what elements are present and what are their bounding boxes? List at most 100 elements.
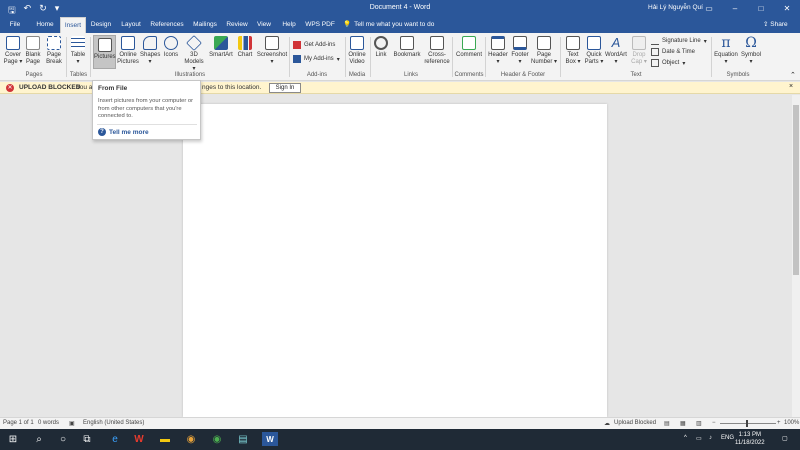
wps-icon[interactable]: W <box>132 432 146 446</box>
tab-review[interactable]: Review <box>224 17 250 33</box>
comment-button[interactable]: Comment <box>455 36 483 59</box>
status-bar: Page 1 of 1 0 words ▣ English (United St… <box>0 417 800 429</box>
quick-parts-button[interactable]: Quick Parts ▾ <box>584 36 604 66</box>
tab-home[interactable]: Home <box>32 17 58 33</box>
sign-in-button[interactable]: Sign In <box>269 83 301 93</box>
smartart-button[interactable]: SmartArt <box>208 36 234 59</box>
zoom-level[interactable]: 100% <box>784 420 799 426</box>
drop-cap-button[interactable]: Drop Cap ▾ <box>629 36 649 66</box>
pictures-button[interactable]: Pictures <box>93 35 116 69</box>
group-illustrations: Illustrations <box>174 72 206 78</box>
web-layout-icon[interactable]: ▥ <box>696 420 702 427</box>
footer-icon <box>513 36 527 50</box>
tab-design[interactable]: Design <box>88 17 114 33</box>
bookmark-button[interactable]: Bookmark <box>391 36 423 59</box>
calendar-icon <box>651 48 659 56</box>
tray-chevron-icon[interactable]: ^ <box>684 435 687 441</box>
page-count[interactable]: Page 1 of 1 <box>3 420 34 426</box>
word-taskbar-icon[interactable]: W <box>262 432 278 446</box>
word-count[interactable]: 0 words <box>38 420 59 426</box>
system-clock[interactable]: 1:13 PM 11/18/2022 <box>735 431 765 447</box>
tab-view[interactable]: View <box>253 17 275 33</box>
screenshot-button[interactable]: Screenshot ▾ <box>256 36 288 66</box>
footer-button[interactable]: Footer ▾ <box>510 36 530 66</box>
upload-status[interactable]: Upload Blocked <box>614 420 656 426</box>
comment-label: Comment <box>455 52 482 58</box>
tab-references[interactable]: References <box>148 17 186 33</box>
tab-wps-pdf[interactable]: WPS PDF <box>304 17 336 33</box>
tab-layout[interactable]: Layout <box>117 17 145 33</box>
cover-page-button[interactable]: Cover Page ▾ <box>3 36 23 66</box>
notepad-icon[interactable]: ▤ <box>236 432 250 446</box>
language-status[interactable]: English (United States) <box>83 420 144 426</box>
vertical-scrollbar[interactable] <box>792 95 800 417</box>
wordart-button[interactable]: A WordArt ▾ <box>604 36 628 66</box>
close-button[interactable]: ✕ <box>774 0 800 17</box>
tab-file[interactable]: File <box>4 17 26 33</box>
header-button[interactable]: Header ▾ <box>487 36 509 66</box>
language-indicator[interactable]: ENG <box>721 435 734 441</box>
zoom-in-button[interactable]: + <box>777 420 781 426</box>
object-button[interactable]: Object ▾ <box>651 59 685 67</box>
ribbon-display-options-button[interactable]: ▭ <box>696 0 722 17</box>
maximize-button[interactable]: □ <box>748 0 774 17</box>
shapes-button[interactable]: Shapes ▾ <box>140 36 160 66</box>
file-explorer-icon[interactable]: ▬ <box>158 432 172 446</box>
online-video-button[interactable]: Online Video <box>347 36 367 66</box>
icons-button[interactable]: Icons <box>162 36 180 59</box>
date-time-button[interactable]: Date & Time <box>651 48 695 56</box>
focus-icon[interactable]: ▤ <box>664 420 670 427</box>
tab-insert[interactable]: Insert <box>60 17 86 33</box>
share-button[interactable]: ⇪ Share <box>763 17 788 33</box>
scroll-thumb[interactable] <box>793 105 799 275</box>
zoom-slider[interactable] <box>720 423 776 424</box>
clock-time: 1:13 PM <box>738 432 761 438</box>
equation-button[interactable]: π Equation ▾ <box>713 36 739 66</box>
page-number-icon <box>537 36 551 50</box>
chrome-profile-icon[interactable]: ◉ <box>210 432 224 446</box>
tab-mailings[interactable]: Mailings <box>190 17 220 33</box>
minimize-button[interactable]: – <box>722 0 748 17</box>
tooltip-body: Insert pictures from your computer or fr… <box>98 98 194 119</box>
user-name[interactable]: Hải Lý Nguyễn Quí <box>648 4 703 11</box>
tell-me-more-link[interactable]: ? Tell me more <box>98 128 149 136</box>
online-pictures-label: Online <box>119 52 137 58</box>
collapse-ribbon-icon[interactable]: ⌃ <box>790 71 796 79</box>
wordart-label-2: ▾ <box>614 59 618 65</box>
cross-reference-button[interactable]: Cross- reference <box>423 36 451 66</box>
link-button[interactable]: Link <box>373 36 389 59</box>
volume-icon[interactable]: ♪ <box>709 435 712 441</box>
search-icon[interactable]: ⌕ <box>32 432 46 446</box>
icons-icon <box>164 36 178 50</box>
proofing-icon[interactable]: ▣ <box>69 420 75 427</box>
symbol-button[interactable]: Ω Symbol ▾ <box>740 36 762 66</box>
edge-icon[interactable]: e <box>108 432 122 446</box>
windows-start-icon[interactable]: ⊞ <box>6 432 20 446</box>
task-view-icon[interactable]: ⧉ <box>80 432 94 446</box>
get-addins-button[interactable]: Get Add-ins <box>293 41 335 49</box>
notifications-icon[interactable]: ▢ <box>782 435 788 442</box>
text-box-button[interactable]: Text Box ▾ <box>563 36 583 66</box>
tab-help[interactable]: Help <box>278 17 300 33</box>
table-button[interactable]: Table ▾ <box>68 36 88 66</box>
print-layout-icon[interactable]: ▦ <box>680 420 686 427</box>
chrome-icon[interactable]: ◉ <box>184 432 198 446</box>
document-page[interactable] <box>183 104 607 417</box>
3d-models-button[interactable]: 3D Models ▾ <box>182 35 206 73</box>
signature-line-button[interactable]: Signature Line ▾ <box>651 37 707 45</box>
close-message-icon[interactable]: × <box>789 83 793 90</box>
zoom-slider-thumb[interactable] <box>746 420 748 427</box>
wordart-label: WordArt <box>605 52 627 58</box>
group-text: Text <box>630 72 642 78</box>
zoom-out-button[interactable]: − <box>712 420 716 426</box>
cortana-icon[interactable]: ○ <box>56 432 70 446</box>
my-addins-button[interactable]: My Add-ins ▾ <box>293 55 340 63</box>
page-break-button[interactable]: Page Break <box>44 36 64 66</box>
chart-button[interactable]: Chart <box>236 36 254 59</box>
network-icon[interactable]: ▭ <box>696 435 702 442</box>
page-number-button[interactable]: Page Number ▾ <box>530 36 558 66</box>
blank-page-button[interactable]: Blank Page <box>24 36 42 66</box>
online-pictures-button[interactable]: Online Pictures <box>117 36 139 66</box>
tell-me-search[interactable]: 💡 Tell me what you want to do <box>343 17 434 33</box>
signature-line-label: Signature Line <box>662 38 701 44</box>
